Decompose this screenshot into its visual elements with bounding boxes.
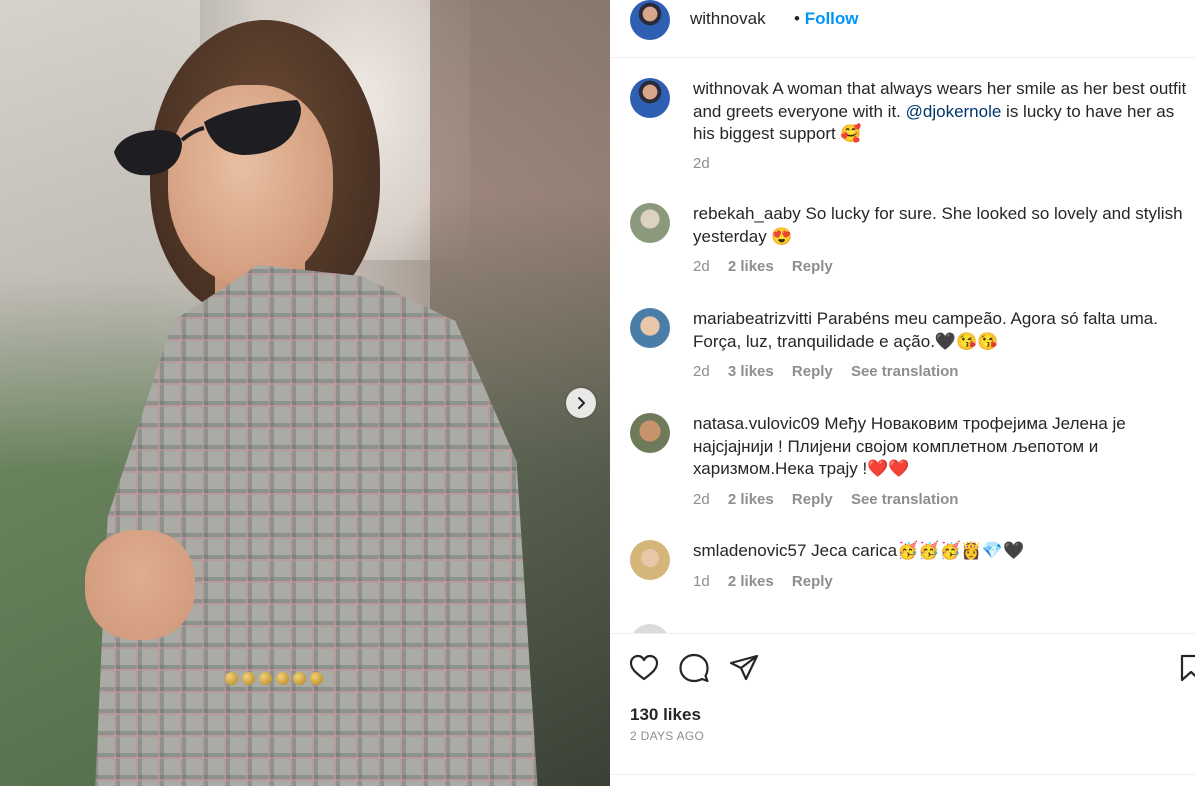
caption-time: 2d xyxy=(693,155,710,172)
comment-likes[interactable]: 2 likes xyxy=(728,258,774,275)
post-side-panel: withnovak • Follow withnovak A woman tha… xyxy=(610,0,1195,786)
caption-username[interactable]: withnovak xyxy=(693,79,769,98)
avatar[interactable] xyxy=(630,624,670,633)
avatar[interactable] xyxy=(630,78,670,118)
reply-button[interactable]: Reply xyxy=(792,258,833,275)
caption-text: withnovak A woman that always wears her … xyxy=(693,78,1188,146)
comment-likes[interactable]: 2 likes xyxy=(728,491,774,508)
post-actions: 130 likes 2 DAYS AGO xyxy=(610,633,1195,786)
avatar[interactable] xyxy=(630,203,670,243)
photo-hands xyxy=(85,530,195,640)
reply-button[interactable]: Reply xyxy=(792,573,833,590)
comment-text: natasa.vulovic09 Међу Новаковим трофејим… xyxy=(693,413,1188,481)
comment-username[interactable]: natasa.vulovic09 xyxy=(693,414,820,433)
comments-list[interactable]: withnovak A woman that always wears her … xyxy=(610,58,1195,633)
avatar[interactable] xyxy=(630,413,670,453)
follow-label: Follow xyxy=(804,9,859,28)
comment-meta: 1d 2 likes Reply xyxy=(693,573,847,590)
comment-username[interactable]: mariabeatrizvitti xyxy=(693,309,812,328)
comment-username[interactable]: smladenovic57 xyxy=(693,541,806,560)
dot-separator: • xyxy=(794,9,800,28)
comment-text: smladenovic57 Jeca carica🥳🥳🥳👸💎🖤 xyxy=(693,540,1188,563)
save-button[interactable] xyxy=(1175,652,1195,684)
comment-time: 2d xyxy=(693,258,710,275)
reply-button[interactable]: Reply xyxy=(792,491,833,508)
comment-meta: 2d 3 likes Reply See translation xyxy=(693,363,972,380)
avatar[interactable] xyxy=(630,308,670,348)
see-translation-button[interactable]: See translation xyxy=(851,363,959,380)
mention-link[interactable]: @djokernole xyxy=(906,102,1002,121)
comment-username[interactable]: rebekah_aaby xyxy=(693,204,801,223)
see-translation-button[interactable]: See translation xyxy=(851,491,959,508)
photo-gold-buttons xyxy=(225,672,335,692)
bookmark-icon xyxy=(1180,654,1195,682)
post-media[interactable] xyxy=(0,0,610,786)
like-button[interactable] xyxy=(628,652,660,684)
heart-icon xyxy=(629,654,659,681)
comment-content: Jeca carica🥳🥳🥳👸💎🖤 xyxy=(811,541,1025,560)
comment-meta: 2d 2 likes Reply See translation xyxy=(693,491,972,508)
reply-button[interactable]: Reply xyxy=(792,363,833,380)
comment-meta: 2d 2 likes Reply xyxy=(693,258,847,275)
comment-likes[interactable]: 3 likes xyxy=(728,363,774,380)
avatar[interactable] xyxy=(630,540,670,580)
avatar[interactable] xyxy=(630,0,670,40)
comment-likes[interactable]: 2 likes xyxy=(728,573,774,590)
likes-count[interactable]: 130 likes xyxy=(630,705,701,725)
follow-button[interactable]: • Follow xyxy=(794,9,859,29)
add-comment-row[interactable] xyxy=(610,774,1195,786)
comment-button[interactable] xyxy=(678,652,710,684)
post-header: withnovak • Follow xyxy=(610,0,1195,58)
comment-time: 1d xyxy=(693,573,710,590)
share-icon xyxy=(729,654,759,681)
comment-time: 2d xyxy=(693,363,710,380)
next-photo-button[interactable] xyxy=(566,388,596,418)
comment-text: rebekah_aaby So lucky for sure. She look… xyxy=(693,203,1188,248)
post-timestamp: 2 DAYS AGO xyxy=(630,729,705,743)
comment-time: 2d xyxy=(693,491,710,508)
photo-sunglasses xyxy=(114,100,301,176)
caption-meta: 2d xyxy=(693,155,724,172)
comment-icon xyxy=(679,653,709,683)
chevron-right-icon xyxy=(578,397,585,409)
share-button[interactable] xyxy=(728,652,760,684)
header-username[interactable]: withnovak xyxy=(690,9,766,29)
comment-text: mariabeatrizvitti Parabéns meu campeão. … xyxy=(693,308,1188,353)
